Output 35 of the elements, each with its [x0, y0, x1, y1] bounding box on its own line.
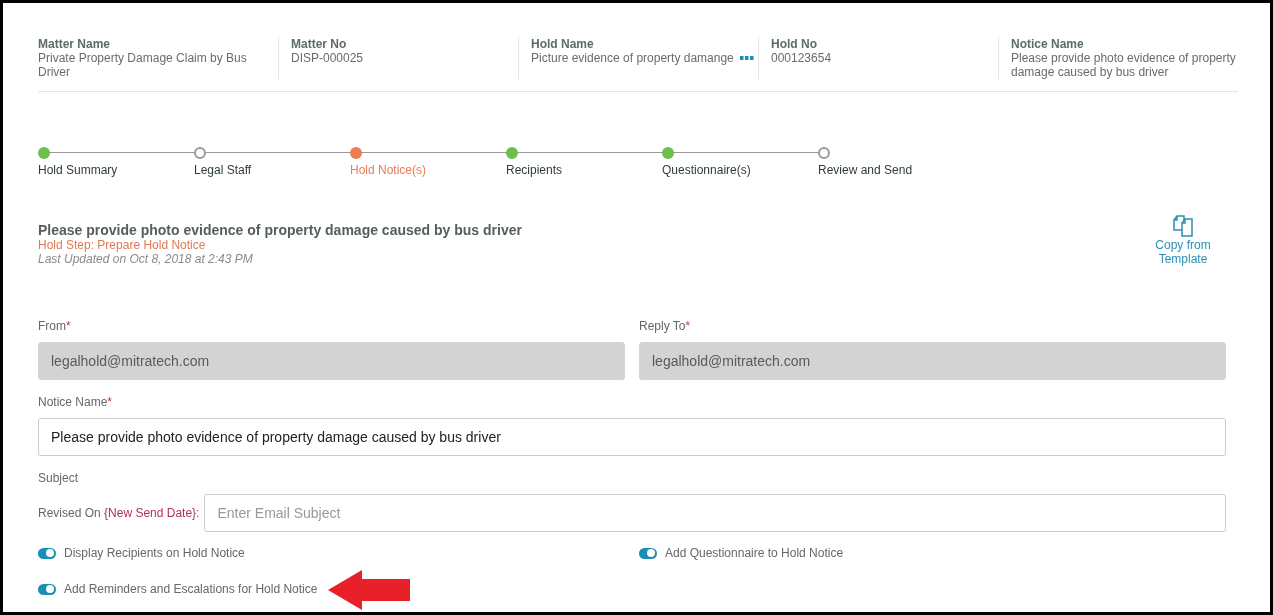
subject-prefix-label: Revised On {New Send Date}:	[38, 506, 200, 520]
toggle-label: Add Questionnaire to Hold Notice	[665, 546, 844, 560]
more-icon[interactable]	[739, 56, 754, 60]
summary-label: Notice Name	[1011, 37, 1085, 51]
toggle-switch[interactable]	[38, 583, 56, 595]
step-label[interactable]: Hold Summary	[38, 163, 194, 177]
copy-icon	[1171, 214, 1195, 238]
field-label: Reply To*	[639, 319, 691, 333]
step-label[interactable]: Questionnaire(s)	[662, 163, 818, 177]
summary-value: Picture evidence of property damange	[531, 51, 734, 65]
toggle-switch[interactable]	[639, 547, 657, 559]
field-label: Notice Name*	[38, 395, 113, 409]
field-label: Subject	[38, 471, 79, 485]
notice-name-field[interactable]: Please provide photo evidence of property damage caused by bus driver	[38, 418, 1226, 456]
summary-value: 000123654	[771, 51, 832, 65]
subject-field[interactable]: Enter Email Subject	[204, 494, 1226, 532]
toggle-switch[interactable]	[38, 547, 56, 559]
step-label[interactable]: Recipients	[506, 163, 662, 177]
notice-title: Please provide photo evidence of property damage caused by bus driver	[38, 222, 522, 238]
summary-label: Hold No	[771, 37, 818, 51]
toggle-label: Add Reminders and Escalations for Hold Notice	[64, 582, 318, 596]
hold-step-text: Hold Step: Prepare Hold Notice	[38, 238, 207, 252]
copy-from-template-button[interactable]: Copy from Template	[1148, 214, 1218, 266]
step-label[interactable]: Legal Staff	[194, 163, 350, 177]
summary-value: Private Property Damage Claim by Bus Driver	[38, 51, 248, 79]
last-updated-text: Last Updated on Oct 8, 2018 at 2:43 PM	[38, 252, 254, 266]
summary-value: DISP-000025	[291, 51, 364, 65]
summary-label: Hold Name	[531, 37, 595, 51]
toggle-label: Display Recipients on Hold Notice	[64, 546, 245, 560]
field-label: From*	[38, 319, 71, 333]
step-label[interactable]: Review and Send	[818, 163, 974, 177]
summary-label: Matter No	[291, 37, 348, 51]
summary-label: Matter Name	[38, 37, 112, 51]
summary-value: Please provide photo evidence of property damage caused by bus driver	[1011, 51, 1237, 79]
arrow-annotation-icon	[328, 570, 410, 610]
